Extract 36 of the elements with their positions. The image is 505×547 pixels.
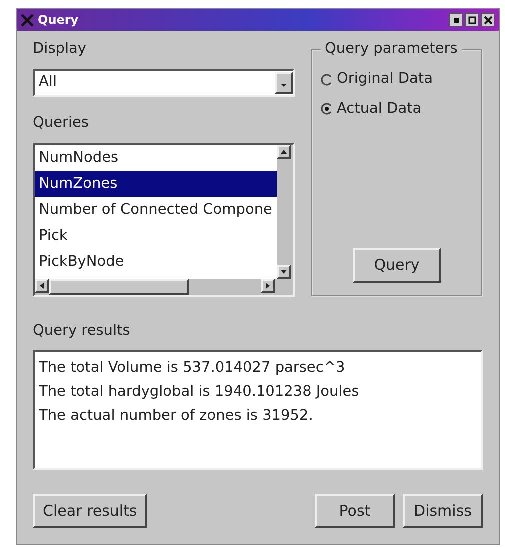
radio-label[interactable]: Actual Data — [337, 98, 422, 120]
display-dropdown[interactable]: All — [33, 68, 295, 97]
group-title: Query parameters — [324, 40, 459, 59]
query-results-label: Query results — [33, 322, 132, 340]
query-list-item[interactable]: Number of Connected Compone — [35, 196, 277, 222]
result-line: The total Volume is 537.014027 parsec^3 — [39, 359, 346, 378]
query-list-item[interactable]: NumNodes — [35, 144, 277, 170]
radio-button[interactable] — [321, 103, 333, 116]
queries-label: Queries — [33, 114, 90, 133]
query-list-item[interactable]: NumZones — [35, 170, 277, 196]
dialog-button[interactable]: Post — [315, 494, 395, 528]
maximize-icon — [466, 14, 478, 26]
maximize-button[interactable] — [465, 13, 479, 27]
horizontal-scrollbar[interactable] — [35, 278, 275, 294]
close-icon — [482, 14, 494, 26]
scroll-up-icon[interactable] — [277, 144, 291, 158]
dialog-button[interactable]: Clear results — [33, 494, 148, 528]
x-logo-icon — [21, 14, 34, 26]
minimize-button[interactable] — [449, 13, 463, 27]
close-button[interactable] — [481, 13, 495, 27]
query-list-item[interactable]: PickByNode — [35, 248, 277, 274]
display-label: Display — [33, 40, 88, 59]
vertical-scrollbar[interactable] — [277, 144, 293, 278]
scroll-right-icon[interactable] — [261, 278, 275, 292]
dialog-button[interactable]: Dismiss — [403, 494, 483, 528]
scrollbar-thumb[interactable] — [49, 278, 189, 294]
scroll-left-icon[interactable] — [35, 278, 49, 292]
result-line: The actual number of zones is 31952. — [39, 407, 314, 426]
radio-button[interactable] — [321, 74, 333, 86]
query-list-item[interactable]: Pick — [35, 222, 277, 248]
result-line: The total hardyglobal is 1940.101238 Joules — [39, 383, 360, 402]
minimize-icon — [454, 18, 458, 22]
query-button[interactable]: Query — [353, 248, 441, 282]
radio-label[interactable]: Original Data — [337, 68, 433, 90]
scroll-down-icon[interactable] — [277, 264, 291, 278]
window-title: Query — [38, 12, 79, 29]
